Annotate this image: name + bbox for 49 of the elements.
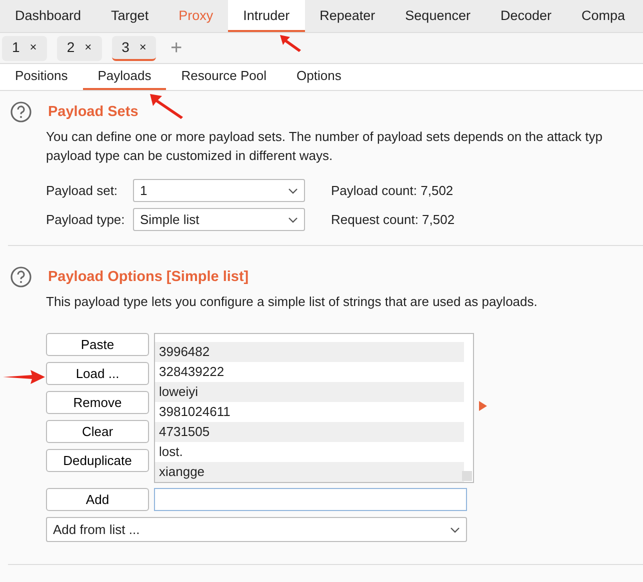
- chevron-icon: [288, 188, 298, 194]
- sub-tab[interactable]: Payloads: [82, 64, 166, 90]
- list-button[interactable]: Load ...: [46, 362, 149, 385]
- expand-icon[interactable]: [479, 401, 487, 411]
- main-tab[interactable]: Decoder: [485, 0, 567, 32]
- field-label: Payload set:: [46, 183, 119, 198]
- list-item[interactable]: 4731505: [155, 422, 464, 442]
- instance-tab[interactable]: 3 ×: [112, 36, 156, 60]
- sub-tab[interactable]: Positions: [0, 64, 83, 90]
- list-item[interactable]: lost.: [155, 442, 464, 462]
- arrow-icon: [150, 94, 184, 120]
- instance-tab[interactable]: 2 ×: [56, 36, 102, 60]
- main-tab[interactable]: Repeater: [304, 0, 390, 32]
- main-tab[interactable]: Target: [96, 0, 164, 32]
- list-item[interactable]: 3996482: [155, 342, 464, 362]
- description-text: This payload type lets you configure a simple list of strings that are used as payloads.: [46, 293, 538, 311]
- count-text: Request count: 7,502: [331, 212, 455, 227]
- main-tab[interactable]: Intruder: [228, 0, 305, 32]
- list-button[interactable]: Remove: [46, 391, 149, 414]
- list-item[interactable]: 3981024611: [155, 402, 464, 422]
- add-button[interactable]: Add: [46, 488, 149, 511]
- dropdown[interactable]: Simple list: [133, 208, 305, 231]
- main-tab[interactable]: Dashboard: [0, 0, 96, 32]
- instance-tab[interactable]: 1 ×: [2, 36, 47, 60]
- field-label: Payload type:: [46, 212, 126, 227]
- list-button[interactable]: Deduplicate: [46, 449, 149, 472]
- count-text: Payload count: 7,502: [331, 183, 454, 198]
- list-item[interactable]: 328439222: [155, 362, 464, 382]
- description-text: payload type can be customized in different ways.: [46, 147, 334, 165]
- section-title: Payload Sets: [48, 104, 138, 120]
- help-icon[interactable]: [10, 101, 32, 123]
- add-from-list-dropdown[interactable]: Add from list ...: [46, 517, 467, 542]
- chevron-icon: [288, 216, 298, 222]
- sub-tab[interactable]: Options: [282, 64, 356, 90]
- scrollbar[interactable]: [462, 471, 472, 481]
- section-title: Payload Options [Simple list]: [48, 269, 249, 285]
- description-text: You can define one or more payload sets. The number of payload sets depends on the attack typ: [46, 128, 604, 146]
- main-tab[interactable]: Sequencer: [390, 0, 486, 32]
- dropdown[interactable]: 1: [133, 179, 305, 202]
- list-item[interactable]: loweiyi: [155, 382, 464, 402]
- sub-tab[interactable]: Resource Pool: [166, 64, 282, 90]
- chevron-icon: [450, 526, 460, 532]
- help-icon[interactable]: [10, 266, 32, 288]
- list-item[interactable]: xiangge: [155, 462, 464, 482]
- input-field[interactable]: [154, 488, 467, 511]
- main-tab[interactable]: Compa: [566, 0, 640, 32]
- arrow-icon: [280, 35, 302, 53]
- list-button[interactable]: Paste: [46, 333, 149, 356]
- list-button[interactable]: Clear: [46, 420, 149, 443]
